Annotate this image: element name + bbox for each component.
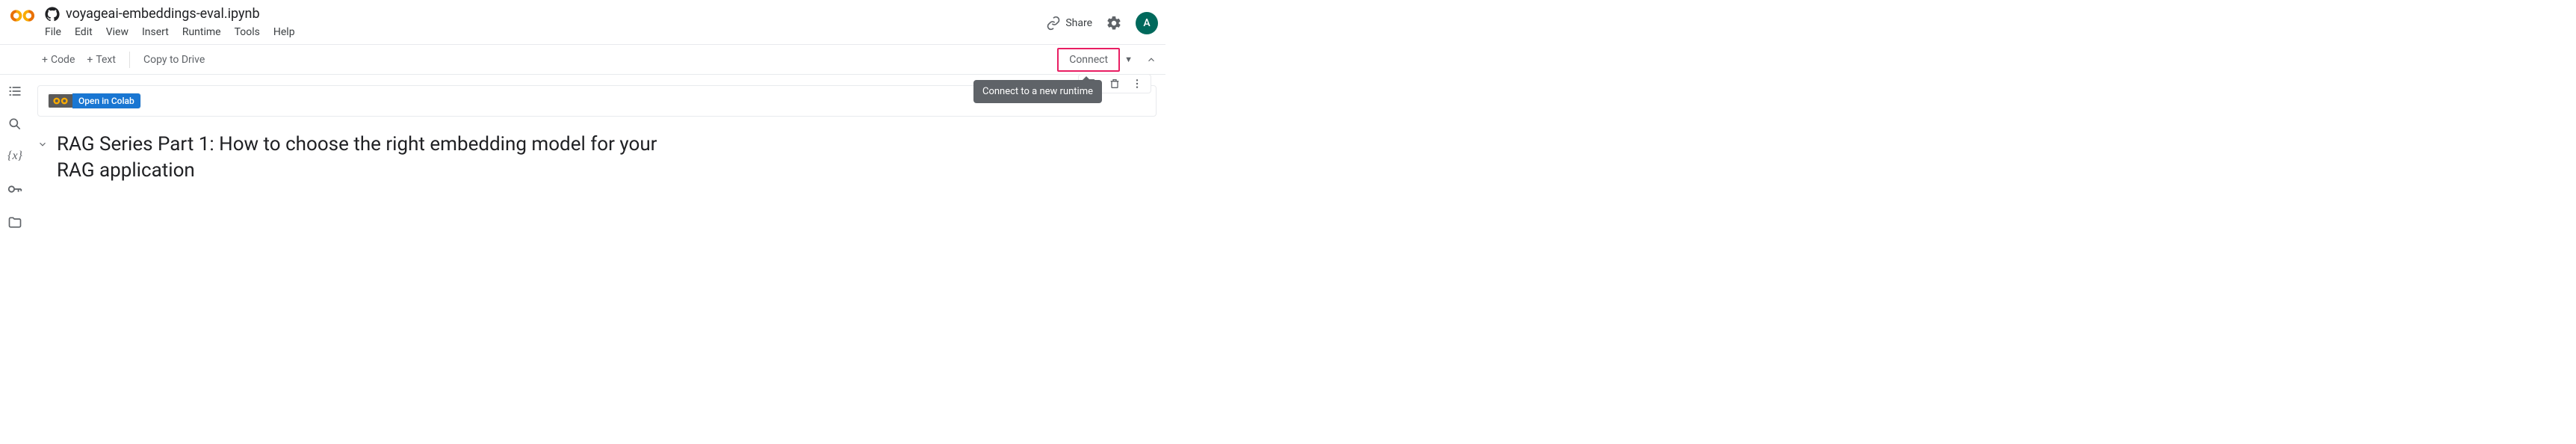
menu-help[interactable]: Help	[273, 26, 295, 38]
plus-icon: +	[87, 54, 93, 66]
open-in-colab-badge[interactable]: Open in Colab	[49, 93, 140, 108]
cell-more-button[interactable]	[1131, 78, 1143, 90]
colab-mini-icon	[53, 96, 68, 105]
app-header: voyageai-embeddings-eval.ipynb File Edit…	[0, 0, 1165, 45]
folder-icon	[7, 215, 22, 230]
share-button[interactable]: Share	[1046, 16, 1092, 31]
menu-edit[interactable]: Edit	[75, 26, 93, 38]
connect-label: Connect	[1069, 54, 1108, 66]
text-cell[interactable]: Connect to a new runtime	[37, 85, 1157, 117]
menu-bar: File Edit View Insert Runtime Tools Help	[45, 22, 1046, 44]
connect-dropdown-caret[interactable]: ▼	[1124, 55, 1133, 64]
settings-button[interactable]	[1106, 15, 1122, 31]
chevron-down-icon	[37, 139, 48, 149]
markdown-heading: RAG Series Part 1: How to choose the rig…	[57, 132, 669, 184]
find-button[interactable]	[7, 117, 22, 132]
share-label: Share	[1065, 17, 1092, 29]
colab-badge-logo	[49, 94, 72, 108]
collapse-toolbar-caret[interactable]	[1146, 55, 1157, 65]
copy-to-drive-button[interactable]: Copy to Drive	[137, 51, 211, 69]
secrets-button[interactable]	[7, 181, 23, 197]
search-icon	[7, 117, 22, 132]
toc-icon	[7, 84, 22, 99]
add-code-label: Code	[51, 54, 75, 66]
link-icon	[1046, 16, 1061, 31]
left-rail: {x}	[0, 75, 30, 230]
toolbar: + Code + Text Copy to Drive Connect ▼	[0, 45, 1165, 75]
section-collapse-caret[interactable]	[37, 139, 48, 149]
header-actions: Share A	[1046, 4, 1158, 34]
files-button[interactable]	[7, 215, 22, 230]
menu-runtime[interactable]: Runtime	[182, 26, 221, 38]
menu-file[interactable]: File	[45, 26, 61, 38]
toolbar-divider	[129, 52, 130, 68]
chevron-up-icon	[1146, 55, 1157, 65]
colab-logo-icon	[10, 7, 34, 24]
connect-button[interactable]: Connect	[1057, 48, 1120, 72]
main: {x} Connect to a new runtime	[0, 75, 1165, 230]
github-icon	[45, 7, 60, 22]
plus-icon: +	[42, 54, 48, 66]
menu-insert[interactable]: Insert	[142, 26, 169, 38]
title-area: voyageai-embeddings-eval.ipynb File Edit…	[45, 4, 1046, 44]
notebook-content: Connect to a new runtime	[30, 75, 1165, 230]
copy-to-drive-label: Copy to Drive	[143, 54, 205, 66]
menu-view[interactable]: View	[106, 26, 129, 38]
avatar[interactable]: A	[1136, 12, 1158, 34]
table-of-contents-button[interactable]	[7, 84, 22, 99]
avatar-initial: A	[1143, 17, 1150, 29]
trash-icon	[1109, 78, 1121, 90]
variables-button[interactable]: {x}	[7, 149, 22, 163]
colab-logo[interactable]	[10, 7, 34, 24]
key-icon	[7, 181, 23, 197]
menu-tools[interactable]: Tools	[235, 26, 260, 38]
notebook-title[interactable]: voyageai-embeddings-eval.ipynb	[66, 6, 260, 22]
connect-tooltip: Connect to a new runtime	[973, 80, 1102, 103]
gear-icon	[1106, 15, 1122, 31]
add-text-label: Text	[96, 54, 116, 66]
heading-row: RAG Series Part 1: How to choose the rig…	[37, 132, 1157, 184]
more-vert-icon	[1131, 78, 1143, 90]
add-code-button[interactable]: + Code	[36, 51, 81, 69]
delete-cell-button[interactable]	[1109, 78, 1121, 90]
add-text-button[interactable]: + Text	[81, 51, 122, 69]
open-in-colab-label: Open in Colab	[72, 93, 140, 108]
